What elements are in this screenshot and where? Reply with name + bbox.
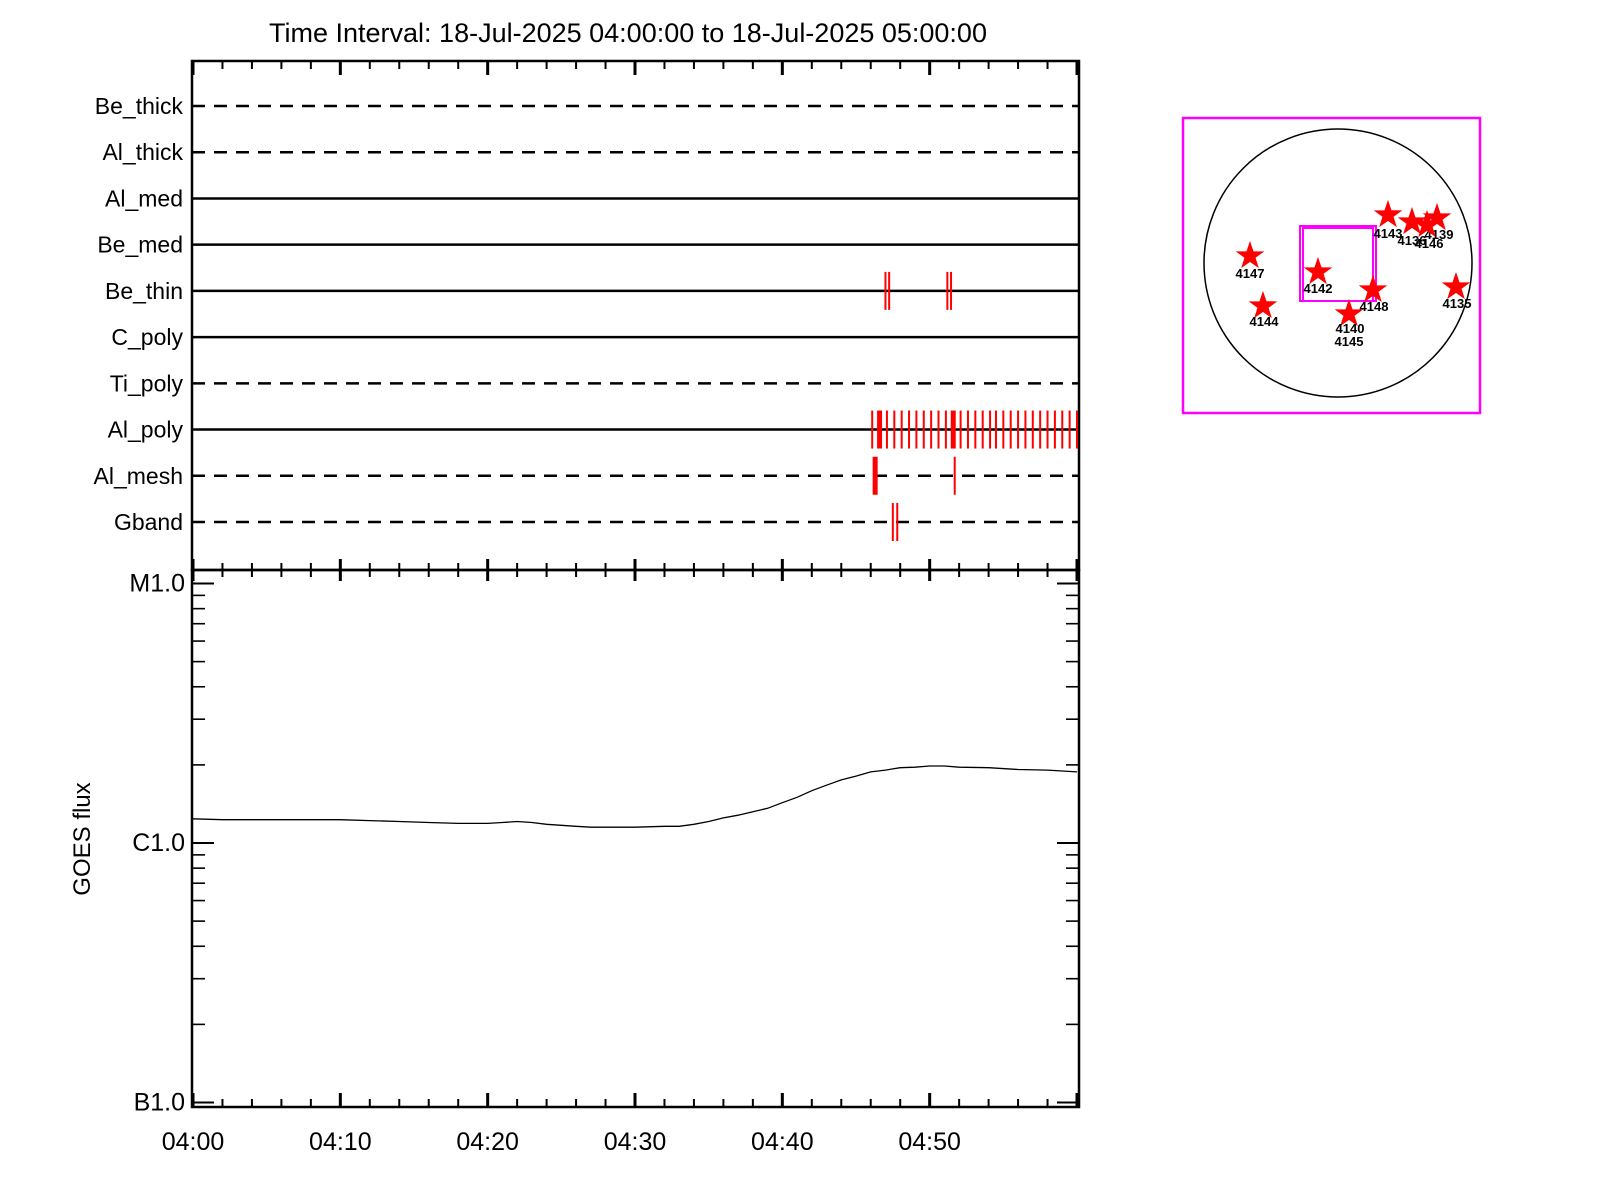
screenshot-root: Time Interval: 18-Jul-2025 04:00:00 to 1… [0, 0, 1600, 1200]
filter-label-Be_med: Be_med [97, 232, 183, 258]
active-region-label-4142: 4142 [1304, 281, 1333, 296]
x-axis-label: 04:10 [309, 1128, 372, 1156]
solar-disk-inset: 41434136413941464147414241444148 41354140… [1181, 116, 1482, 415]
filter-label-Be_thin: Be_thin [105, 278, 183, 304]
active-region-label-4147: 4147 [1236, 266, 1265, 281]
active-region-label-4146: 4146 [1415, 236, 1444, 251]
active-region-label-4145: 4145 [1335, 334, 1364, 349]
filter-label-Al_med: Al_med [105, 185, 183, 211]
goes-panel-border [190, 568, 1081, 1109]
filter-label-C_poly: C_poly [111, 324, 183, 350]
goes-flux-panel: 04:00 04:10 04:20 04:30 04:40 04:50 M1.0 C1.0 B1… [129, 568, 1081, 1156]
filter-label-Be_thick: Be_thick [95, 93, 184, 119]
y-axis-label: C1.0 [132, 829, 185, 857]
y-axis-label: B1.0 [134, 1089, 185, 1117]
timeline-panel-border [190, 59, 1081, 572]
x-axis-label: 04:40 [751, 1128, 814, 1156]
filter-label-Ti_poly: Ti_poly [110, 370, 184, 396]
active-region-star-4135 [1441, 271, 1471, 300]
xrt-filter-timeline-panel: Be_thick Al_thick Al_med Be_med Be_thin C_pol… [94, 59, 1081, 1107]
y-axis-label: M1.0 [129, 570, 185, 598]
filter-label-Al_mesh: Al_mesh [94, 463, 183, 489]
sun-inset-frame [1181, 116, 1482, 415]
x-axis-label: 04:50 [898, 1128, 961, 1156]
active-region-star-4142 [1303, 256, 1333, 285]
active-region-label-4148: 4148 [1360, 299, 1389, 314]
goes-flux-axis-title: GOES flux [69, 782, 96, 895]
filter-label-Gband: Gband [114, 509, 183, 535]
active-region-star-4147 [1235, 240, 1265, 269]
x-axis-label: 04:30 [604, 1128, 667, 1156]
active-region-star-4143 [1373, 199, 1403, 228]
active-region-label-4144: 4144 [1250, 314, 1280, 329]
plot-canvas: Time Interval: 18-Jul-2025 04:00:00 to 1… [69, 18, 1482, 1156]
filter-label-Al_poly: Al_poly [108, 417, 184, 443]
active-region-label-4135: 4135 [1443, 296, 1472, 311]
page-title: Time Interval: 18-Jul-2025 04:00:00 to 1… [269, 18, 987, 48]
x-axis-label: 04:00 [162, 1128, 225, 1156]
goes-flux-curve [192, 765, 1078, 828]
filter-label-Al_thick: Al_thick [102, 139, 183, 165]
x-axis-label: 04:20 [456, 1128, 519, 1156]
